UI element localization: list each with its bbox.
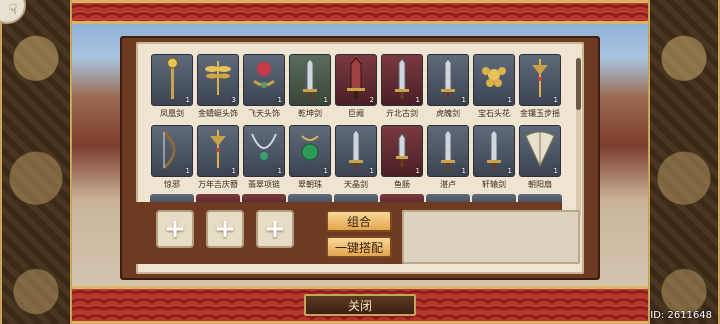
item-label: 金镶玉步摇 xyxy=(520,109,560,118)
item-label: 万年吉庆簪 xyxy=(198,180,238,189)
item-slot[interactable]: 1 xyxy=(151,125,193,177)
item-slot[interactable]: 1 xyxy=(381,54,423,106)
scroll-thumb[interactable] xyxy=(576,58,581,110)
item-cell[interactable]: 1 翡翠项链 xyxy=(242,125,286,190)
item-label: 虎魄剑 xyxy=(436,109,460,118)
item-count: 1 xyxy=(461,167,466,175)
item-label: 巨阙 xyxy=(348,109,364,118)
item-label: 天晶剑 xyxy=(344,180,368,189)
item-count: 2 xyxy=(369,96,374,104)
item-label: 金蜻蜓头饰 xyxy=(198,109,238,118)
item-label: 宝石头花 xyxy=(478,109,510,118)
item-slot[interactable]: 1 xyxy=(519,54,561,106)
item-slot[interactable]: 1 xyxy=(151,54,193,106)
combine-section: + + + 组合 一键搭配 xyxy=(134,202,580,264)
item-cell[interactable]: 1 亓北古剑 xyxy=(380,54,424,119)
item-count: 1 xyxy=(231,167,236,175)
close-button[interactable]: 关闭 xyxy=(304,294,416,316)
left-dragon-panel: ☟ xyxy=(0,0,72,324)
item-count: 1 xyxy=(415,96,420,104)
item-count: 3 xyxy=(231,96,236,104)
corner-menu-button[interactable]: ☟ xyxy=(0,0,26,24)
item-slot[interactable]: 2 xyxy=(335,54,377,106)
item-cell[interactable]: 1 轩辕剑 xyxy=(472,125,516,190)
grid-scrollbar[interactable] xyxy=(576,58,581,218)
item-cell[interactable]: 1 乾坤剑 xyxy=(288,54,332,119)
item-label: 乾坤剑 xyxy=(298,109,322,118)
item-count: 1 xyxy=(553,167,558,175)
item-slot[interactable]: 1 xyxy=(197,125,239,177)
item-count: 1 xyxy=(553,96,558,104)
item-label: 轩辕剑 xyxy=(482,180,506,189)
plus-icon: + xyxy=(164,214,186,244)
item-grid: 1 凤凰剑 3 金蜻蜓头饰 1 飞天头饰 1 乾坤剑 2 巨阙 1 亓北古剑 1 虎魄剑 1 宝石头花 1 金镶玉… xyxy=(150,54,562,190)
right-dragon-panel xyxy=(648,0,720,324)
item-cell[interactable]: 1 天晶剑 xyxy=(334,125,378,190)
item-cell[interactable]: 1 金镶玉步摇 xyxy=(518,54,562,119)
item-cell[interactable]: 1 鱼肠 xyxy=(380,125,424,190)
auto-match-button[interactable]: 一键搭配 xyxy=(326,236,392,258)
item-slot[interactable]: 1 xyxy=(473,54,515,106)
item-label: 朝阳扇 xyxy=(528,180,552,189)
item-count: 1 xyxy=(277,167,282,175)
item-count: 1 xyxy=(185,167,190,175)
item-cell[interactable]: 1 朝阳扇 xyxy=(518,125,562,190)
item-label: 翡翠项链 xyxy=(248,180,280,189)
item-count: 1 xyxy=(369,167,374,175)
combine-button[interactable]: 组合 xyxy=(326,210,392,232)
item-count: 1 xyxy=(461,96,466,104)
item-count: 1 xyxy=(185,96,190,104)
item-slot[interactable]: 1 xyxy=(289,125,331,177)
item-cell[interactable]: 1 宝石头花 xyxy=(472,54,516,119)
item-slot[interactable]: 1 xyxy=(381,125,423,177)
item-slot[interactable]: 1 xyxy=(243,54,285,106)
plus-icon: + xyxy=(264,214,286,244)
item-slot[interactable]: 1 xyxy=(243,125,285,177)
combine-slot-1[interactable]: + xyxy=(156,210,194,248)
item-slot[interactable]: 1 xyxy=(519,125,561,177)
item-cell[interactable]: 1 万年吉庆簪 xyxy=(196,125,240,190)
player-id: ID: 2611648 xyxy=(650,310,712,321)
item-label: 惊邪 xyxy=(164,180,180,189)
item-cell[interactable]: 2 巨阙 xyxy=(334,54,378,119)
item-count: 1 xyxy=(415,167,420,175)
item-slot[interactable]: 1 xyxy=(427,125,469,177)
item-slot[interactable]: 1 xyxy=(335,125,377,177)
combine-info-box xyxy=(402,210,580,264)
item-count: 1 xyxy=(323,96,328,104)
item-count: 1 xyxy=(507,96,512,104)
item-label: 湛卢 xyxy=(440,180,456,189)
combine-slot-2[interactable]: + xyxy=(206,210,244,248)
item-label: 飞天头饰 xyxy=(248,109,280,118)
item-label: 亓北古剑 xyxy=(386,109,418,118)
plus-icon: + xyxy=(214,214,236,244)
inventory-window: 1 凤凰剑 3 金蜻蜓头饰 1 飞天头饰 1 乾坤剑 2 巨阙 1 亓北古剑 1 虎魄剑 1 宝石头花 1 金镶玉… xyxy=(120,36,600,280)
item-count: 1 xyxy=(277,96,282,104)
item-cell[interactable]: 1 翠朝珠 xyxy=(288,125,332,190)
item-cell[interactable]: 1 湛卢 xyxy=(426,125,470,190)
item-cell[interactable]: 1 飞天头饰 xyxy=(242,54,286,119)
item-cell[interactable]: 1 凤凰剑 xyxy=(150,54,194,119)
top-banner xyxy=(72,0,648,24)
menu-icon: ☟ xyxy=(8,2,18,18)
item-cell[interactable]: 1 惊邪 xyxy=(150,125,194,190)
item-label: 鱼肠 xyxy=(394,180,410,189)
item-count: 1 xyxy=(507,167,512,175)
item-count: 1 xyxy=(323,167,328,175)
item-label: 凤凰剑 xyxy=(160,109,184,118)
item-cell[interactable]: 3 金蜻蜓头饰 xyxy=(196,54,240,119)
item-cell[interactable]: 1 虎魄剑 xyxy=(426,54,470,119)
item-label: 翠朝珠 xyxy=(298,180,322,189)
item-slot[interactable]: 1 xyxy=(473,125,515,177)
item-slot[interactable]: 1 xyxy=(289,54,331,106)
item-slot[interactable]: 3 xyxy=(197,54,239,106)
item-slot[interactable]: 1 xyxy=(427,54,469,106)
combine-slot-3[interactable]: + xyxy=(256,210,294,248)
